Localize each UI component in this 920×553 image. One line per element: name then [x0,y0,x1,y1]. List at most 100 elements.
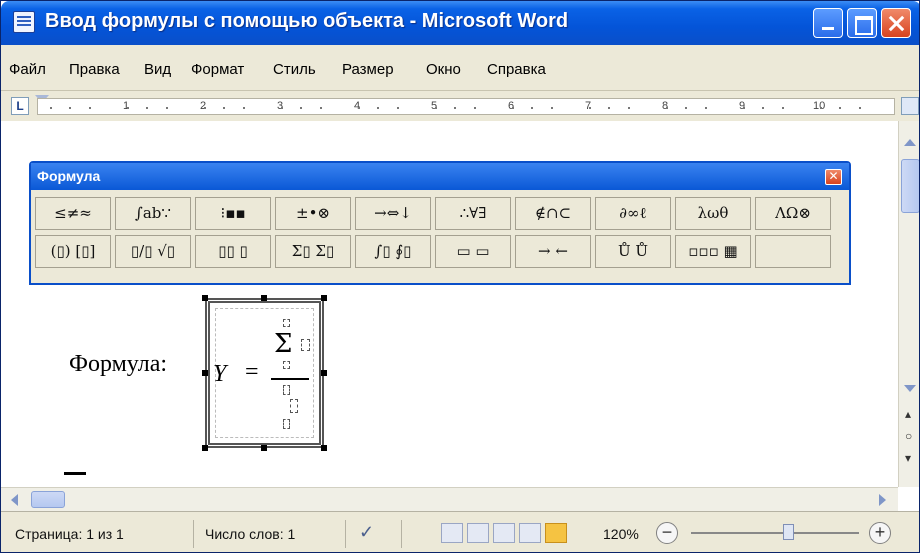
operators-button[interactable]: ±•⊗ [275,197,351,230]
integral-button[interactable]: ∫▯ ∮▯ [355,235,431,268]
menu-view[interactable]: Вид [144,61,171,78]
zoom-level[interactable]: 120% [603,526,639,542]
menu-size[interactable]: Размер [342,61,394,78]
equation-variable[interactable]: Y [213,361,226,388]
resize-handle[interactable] [261,295,267,301]
labeled-arrow-button[interactable]: → ← [515,235,591,268]
summation-symbol[interactable]: Σ [274,329,292,359]
ruler-tick [820,107,822,109]
next-page-icon[interactable]: ▾ [905,451,911,465]
ruler-number: 6 [508,100,515,112]
status-divider [401,520,402,548]
title-bar[interactable]: Ввод формулы с помощью объекта - Microso… [1,1,919,45]
ruler-tick [781,107,784,109]
menu-help[interactable]: Справка [487,61,546,78]
overbar-underbar-button[interactable]: ▭ ▭ [435,235,511,268]
ruler-tick [473,107,476,109]
menu-style[interactable]: Стиль [273,61,316,78]
fraction-radical-button[interactable]: ▯/▯ √▯ [115,235,191,268]
equation-toolbar-title[interactable]: Формула [31,163,849,190]
ruler-tick [300,107,303,109]
ruler-scroll-button[interactable] [901,97,919,115]
previous-page-icon[interactable]: ▴ [905,407,911,421]
set-theory-button[interactable]: ∉∩⊂ [515,197,591,230]
tab-selector-button[interactable]: L [11,97,29,115]
spellcheck-icon[interactable]: ✓ [359,522,374,543]
placeholder-slot[interactable] [283,419,290,429]
resize-handle[interactable] [202,295,208,301]
word-document-icon[interactable] [13,11,35,33]
zoom-slider-thumb[interactable] [783,524,794,540]
ruler-tick [127,107,129,109]
vertical-scroll-thumb[interactable] [901,159,919,213]
close-button[interactable] [881,8,911,38]
ruler-tick [512,107,514,109]
fence-templates-button[interactable]: (▯) [▯] [35,235,111,268]
subscript-superscript-button[interactable]: ▯▯ ▯ [195,235,271,268]
relations-button[interactable]: ≤≠≈ [35,197,111,230]
minimize-button[interactable] [813,8,843,38]
ruler-tick [223,107,226,109]
text-cursor [64,472,86,475]
ruler-tick [165,107,168,109]
ruler-tick [69,107,72,109]
browse-object-icon[interactable]: ○ [905,429,912,443]
word-count[interactable]: Число слов: 1 [205,526,295,542]
placeholder-slot[interactable] [301,339,310,351]
resize-handle[interactable] [202,370,208,376]
ruler-tick [858,107,861,109]
equation-toolbar-close-icon[interactable]: ✕ [825,169,842,185]
print-layout-view-button[interactable] [441,523,463,543]
zoom-slider-track[interactable] [691,532,859,534]
scroll-right-icon[interactable] [879,494,886,506]
reading-view-button[interactable] [467,523,489,543]
zoom-out-button[interactable]: − [656,522,678,544]
placeholder-slot[interactable] [283,361,290,369]
resize-handle[interactable] [321,370,327,376]
summation-button[interactable]: Σ▯ Σ▯ [275,235,351,268]
ruler-tick [762,107,765,109]
draft-view-button[interactable] [545,523,567,543]
horizontal-scrollbar[interactable] [1,487,898,511]
placeholder-slot[interactable] [290,399,298,413]
horizontal-scroll-thumb[interactable] [31,491,65,508]
products-set-button[interactable]: Ů Ů [595,235,671,268]
spaces-ellipses-button[interactable]: ∫ab∵ [115,197,191,230]
placeholder-slot[interactable] [283,319,290,327]
embellishments-button[interactable]: ⁝▪▪ [195,197,271,230]
vertical-scrollbar[interactable]: ▴ ○ ▾ [898,121,919,487]
zoom-in-button[interactable]: + [869,522,891,544]
menu-edit[interactable]: Правка [69,61,120,78]
resize-handle[interactable] [261,445,267,451]
ruler-tick [146,107,149,109]
matrix-button[interactable]: ▫▫▫ ▦ [675,235,751,268]
greek-uppercase-button[interactable]: ΛΩ⊗ [755,197,831,230]
logic-button[interactable]: ∴∀∃ [435,197,511,230]
outline-view-button[interactable] [519,523,541,543]
web-layout-view-button[interactable] [493,523,515,543]
menu-file[interactable]: Файл [9,61,46,78]
scroll-up-icon[interactable] [904,139,916,146]
ruler-tick [685,107,688,109]
scroll-down-icon[interactable] [904,385,916,392]
ruler-number: 2 [200,100,207,112]
placeholder-slot[interactable] [283,385,290,395]
arrows-button[interactable]: →⇔↓ [355,197,431,230]
maximize-button[interactable] [847,8,877,38]
ruler-tick [242,107,245,109]
ruler-tick [454,107,457,109]
ruler-number: 8 [662,100,669,112]
menu-format[interactable]: Формат [191,61,244,78]
greek-lowercase-button[interactable]: λωθ [675,197,751,230]
ruler-tick [550,107,553,109]
ruler-tick [839,107,842,109]
resize-handle[interactable] [321,295,327,301]
menu-window[interactable]: Окно [426,61,461,78]
ruler-track[interactable]: 1 2 3 4 5 6 7 8 9 10 [37,98,895,115]
misc-symbols-button[interactable]: ∂∞ℓ [595,197,671,230]
page-count[interactable]: Страница: 1 из 1 [15,526,124,542]
resize-handle[interactable] [321,445,327,451]
fraction-bar [271,378,309,380]
scroll-left-icon[interactable] [11,494,18,506]
resize-handle[interactable] [202,445,208,451]
